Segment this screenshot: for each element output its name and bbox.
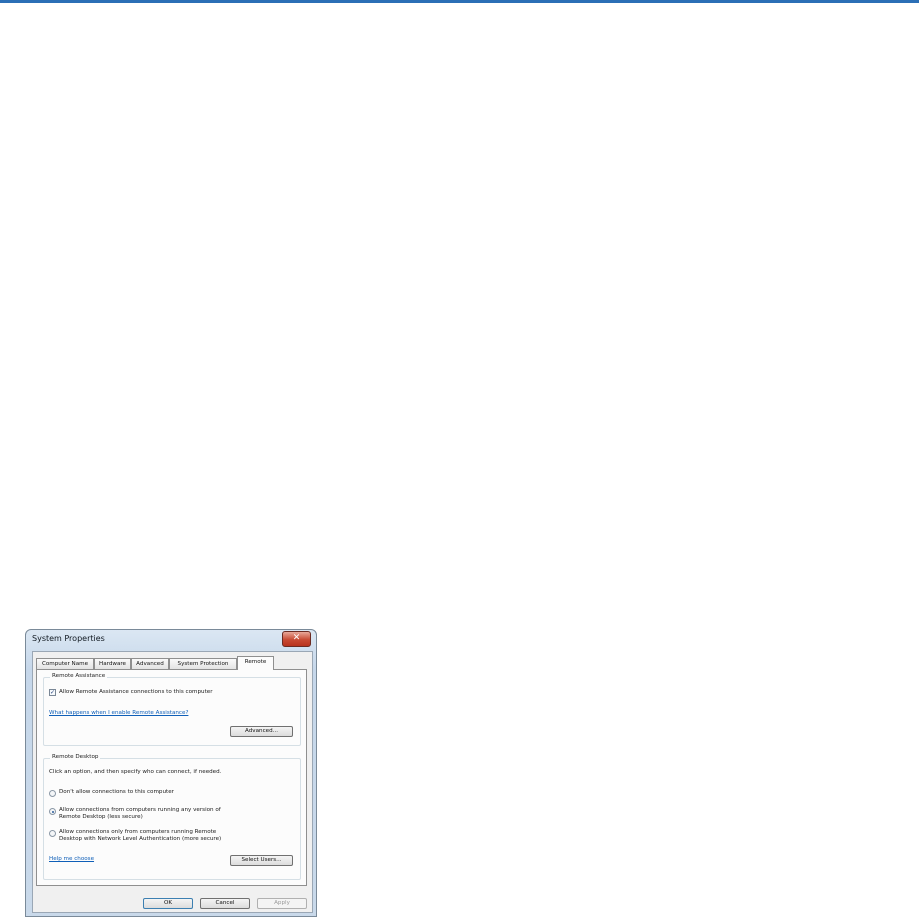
dialog-client-area: Computer Name Hardware Advanced System P… bbox=[32, 651, 313, 913]
apply-button[interactable]: Apply bbox=[257, 898, 307, 909]
help-me-choose-link[interactable]: Help me choose bbox=[49, 856, 94, 863]
remote-tab-panel: Remote Assistance ✓ Allow Remote Assista… bbox=[36, 669, 307, 886]
cancel-button[interactable]: Cancel bbox=[200, 898, 250, 909]
window-title: System Properties bbox=[32, 634, 105, 643]
remote-assistance-group-title: Remote Assistance bbox=[50, 673, 108, 679]
remote-desktop-group: Remote Desktop Click an option, and then… bbox=[43, 754, 301, 880]
advanced-button[interactable]: Advanced... bbox=[230, 726, 293, 737]
tab-system-protection[interactable]: System Protection bbox=[169, 658, 237, 669]
radio-allow-any-version[interactable] bbox=[49, 808, 56, 815]
tab-hardware[interactable]: Hardware bbox=[94, 658, 131, 669]
radio-allow-nla-only-label-1[interactable]: Allow connections only from computers ru… bbox=[59, 829, 216, 836]
remote-assistance-group: Remote Assistance ✓ Allow Remote Assista… bbox=[43, 673, 301, 746]
allow-remote-assistance-label[interactable]: Allow Remote Assistance connections to t… bbox=[59, 689, 213, 696]
remote-desktop-instruction: Click an option, and then specify who ca… bbox=[49, 769, 222, 775]
close-icon: ✕ bbox=[292, 633, 301, 643]
title-bar[interactable]: System Properties ✕ bbox=[26, 630, 316, 652]
tab-advanced[interactable]: Advanced bbox=[131, 658, 169, 669]
remote-assistance-help-link[interactable]: What happens when I enable Remote Assist… bbox=[49, 710, 188, 717]
tab-computer-name[interactable]: Computer Name bbox=[36, 658, 94, 669]
system-properties-window: System Properties ✕ Computer Name Hardwa… bbox=[25, 629, 317, 917]
radio-dont-allow[interactable] bbox=[49, 790, 56, 797]
remote-desktop-group-title: Remote Desktop bbox=[50, 754, 101, 760]
close-button[interactable]: ✕ bbox=[282, 631, 311, 647]
allow-remote-assistance-checkbox[interactable]: ✓ bbox=[49, 689, 56, 696]
radio-allow-any-version-label-2[interactable]: Remote Desktop (less secure) bbox=[59, 814, 143, 821]
select-users-button[interactable]: Select Users... bbox=[230, 855, 293, 866]
top-accent-rule bbox=[0, 0, 919, 3]
tab-remote[interactable]: Remote bbox=[237, 656, 274, 670]
check-icon: ✓ bbox=[50, 689, 56, 696]
radio-dont-allow-label[interactable]: Don't allow connections to this computer bbox=[59, 789, 174, 796]
ok-button[interactable]: OK bbox=[143, 898, 193, 909]
radio-allow-nla-only[interactable] bbox=[49, 830, 56, 837]
radio-allow-any-version-label-1[interactable]: Allow connections from computers running… bbox=[59, 807, 221, 814]
radio-allow-nla-only-label-2[interactable]: Desktop with Network Level Authenticatio… bbox=[59, 836, 221, 843]
